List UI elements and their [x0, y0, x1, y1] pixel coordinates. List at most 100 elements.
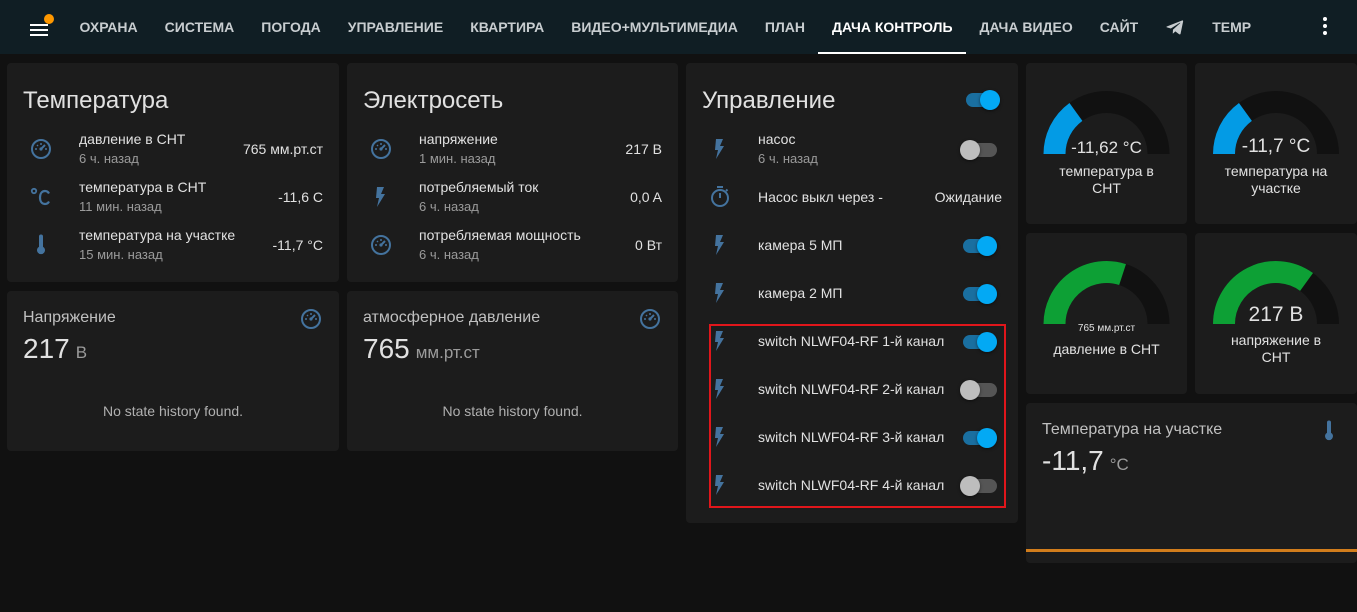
sensor-unit: В: [75, 343, 88, 362]
gauge-card[interactable]: -11,7 °C температура на участке: [1195, 63, 1357, 224]
nasos-toggle[interactable]: [960, 140, 997, 160]
entity-name: давление в СНТ: [79, 131, 186, 147]
entity-name: потребляемая мощность: [419, 227, 581, 243]
flash-icon: [715, 139, 724, 159]
entity-row-camera-2mp: камера 2 МП: [686, 272, 1018, 316]
entity-name[interactable]: камера 2 МП: [758, 285, 843, 301]
entity-row[interactable]: напряжение 1 мин. назад 217 В: [347, 128, 678, 172]
gauge-name-line1: напряжение в: [1230, 332, 1322, 348]
tab-dacha-video[interactable]: ДАЧА ВИДЕО: [966, 0, 1086, 54]
tab-pogoda[interactable]: ПОГОДА: [248, 0, 335, 54]
flash-icon: [376, 187, 385, 207]
entity-name[interactable]: насос: [758, 131, 795, 147]
entity-row-nasos: насос 6 ч. назад: [686, 128, 1018, 172]
entity-row[interactable]: температура на участке 15 мин. назад -11…: [7, 224, 339, 268]
entity-row-switch-ch2: switch NLWF04-RF 2-й канал: [686, 368, 1018, 412]
sensor-name: атмосферное давление: [363, 309, 541, 326]
tab-upravlenie[interactable]: УПРАВЛЕНИЕ: [334, 0, 456, 54]
telegram-icon: [1166, 20, 1184, 35]
entity-name[interactable]: Насос выкл через -: [758, 189, 883, 205]
entity-row-timer: Насос выкл через - Ожидание: [686, 176, 1018, 220]
entity-value: 217 В: [625, 141, 662, 157]
pressure-sensor-card[interactable]: атмосферное давление 765 мм.рт.ст No stat…: [347, 291, 678, 451]
tab-temp[interactable]: TEMP: [1199, 0, 1265, 54]
entity-value: Ожидание: [934, 189, 1002, 205]
sensor-value: -11,7 °C: [1042, 445, 1129, 477]
gauge-card[interactable]: -11,62 °C температура в СНТ: [1026, 63, 1187, 224]
entity-name[interactable]: камера 5 МП: [758, 237, 843, 253]
gauge-name: давление в СНТ: [1026, 341, 1187, 358]
gauge-icon: [371, 139, 391, 159]
entity-value: 765 мм.рт.ст: [242, 141, 323, 157]
entity-name[interactable]: switch NLWF04-RF 1-й канал: [758, 333, 944, 349]
sensor-name: Напряжение: [23, 309, 116, 326]
voltage-sensor-card[interactable]: Напряжение 217 В No state history found.: [7, 291, 339, 451]
tab-telegram[interactable]: [1152, 0, 1199, 54]
thermometer-icon: [1325, 420, 1333, 441]
tab-sistema[interactable]: СИСТЕМА: [151, 0, 248, 54]
gauge-value: -11,62 °C: [1071, 138, 1142, 157]
thermometer-icon: [37, 234, 45, 255]
notification-dot: [44, 14, 54, 24]
gauge-name: напряжение в СНТ: [1195, 332, 1357, 366]
entity-name[interactable]: switch NLWF04-RF 3-й канал: [758, 429, 944, 445]
entity-row-switch-ch4: switch NLWF04-RF 4-й канал: [686, 464, 1018, 508]
entity-name[interactable]: switch NLWF04-RF 2-й канал: [758, 381, 944, 397]
gauge-value: -11,7 °C: [1241, 136, 1311, 157]
entity-row-camera-5mp: камера 5 МП: [686, 224, 1018, 268]
entity-row[interactable]: потребляемая мощность 6 ч. назад 0 Вт: [347, 224, 678, 268]
flash-icon: [715, 283, 724, 303]
sensor-value: 765 мм.рт.ст: [363, 333, 480, 365]
gauge-value: 765 мм.рт.ст: [1077, 323, 1136, 334]
gauge-name: температура на участке: [1195, 163, 1357, 197]
celsius-icon: [30, 187, 50, 206]
plot-temperature-card[interactable]: Температура на участке -11,7 °C: [1026, 403, 1357, 563]
sensor-unit: °C: [1109, 455, 1129, 474]
entity-name[interactable]: switch NLWF04-RF 4-й канал: [758, 477, 944, 493]
flash-icon: [715, 235, 724, 255]
temperature-card: Температура давление в СНТ 6 ч. назад 76…: [7, 63, 339, 282]
gauge-name-line1: температура на: [1224, 163, 1328, 179]
sensor-name: Температура на участке: [1042, 421, 1223, 438]
entity-last-changed: 6 ч. назад: [419, 199, 479, 214]
camera-2mp-toggle[interactable]: [960, 284, 997, 304]
gauge-icon: [31, 139, 51, 159]
entity-name: потребляемый ток: [419, 179, 539, 195]
control-card: Управление насос 6 ч. назад Насос выкл ч…: [686, 63, 1018, 523]
flash-icon: [715, 331, 724, 351]
entity-row[interactable]: температура в СНТ 11 мин. назад -11,6 C: [7, 176, 339, 220]
entity-last-changed: 6 ч. назад: [79, 151, 139, 166]
entity-value: 0,0 A: [630, 189, 662, 205]
entity-row[interactable]: давление в СНТ 6 ч. назад 765 мм.рт.ст: [7, 128, 339, 172]
switch-ch2-toggle[interactable]: [960, 380, 997, 400]
camera-5mp-toggle[interactable]: [960, 236, 997, 256]
gauge-card[interactable]: 217 В напряжение в СНТ: [1195, 233, 1357, 394]
sensor-value-number: 217: [23, 333, 70, 364]
power-grid-card: Электросеть напряжение 1 мин. назад 217 …: [347, 63, 678, 282]
tab-plan[interactable]: ПЛАН: [751, 0, 818, 54]
gauge-card[interactable]: 765 мм.рт.ст давление в СНТ: [1026, 233, 1187, 394]
entity-row[interactable]: потребляемый ток 6 ч. назад 0,0 A: [347, 176, 678, 220]
entity-value: -11,6 C: [278, 189, 323, 205]
top-app-bar: ОХРАНА СИСТЕМА ПОГОДА УПРАВЛЕНИЕ КВАРТИР…: [0, 0, 1357, 54]
no-history-message: No state history found.: [102, 403, 244, 419]
switch-ch4-toggle[interactable]: [960, 476, 997, 496]
flash-icon: [715, 427, 724, 447]
menu-icon[interactable]: [28, 14, 54, 38]
tab-sait[interactable]: САЙТ: [1086, 0, 1152, 54]
history-line: [1026, 549, 1357, 552]
card-title: Управление: [702, 87, 836, 114]
view-tabs: ОХРАНА СИСТЕМА ПОГОДА УПРАВЛЕНИЕ КВАРТИР…: [66, 0, 1265, 54]
switch-ch3-toggle[interactable]: [960, 428, 997, 448]
more-vert-icon[interactable]: [1316, 15, 1334, 39]
tab-dacha-kontrol[interactable]: ДАЧА КОНТРОЛЬ: [818, 0, 966, 54]
entity-name: напряжение: [419, 131, 498, 147]
tab-kvartira[interactable]: КВАРТИРА: [457, 0, 558, 54]
gauge-name-line2: участке: [1251, 180, 1301, 196]
entity-last-changed: 1 мин. назад: [419, 151, 496, 166]
tab-video-multimedia[interactable]: ВИДЕО+МУЛЬТИМЕДИА: [558, 0, 752, 54]
switch-ch1-toggle[interactable]: [960, 332, 997, 352]
tab-ohrana[interactable]: ОХРАНА: [66, 0, 151, 54]
master-toggle[interactable]: [963, 90, 1000, 110]
gauge-value: 217 В: [1248, 303, 1304, 326]
